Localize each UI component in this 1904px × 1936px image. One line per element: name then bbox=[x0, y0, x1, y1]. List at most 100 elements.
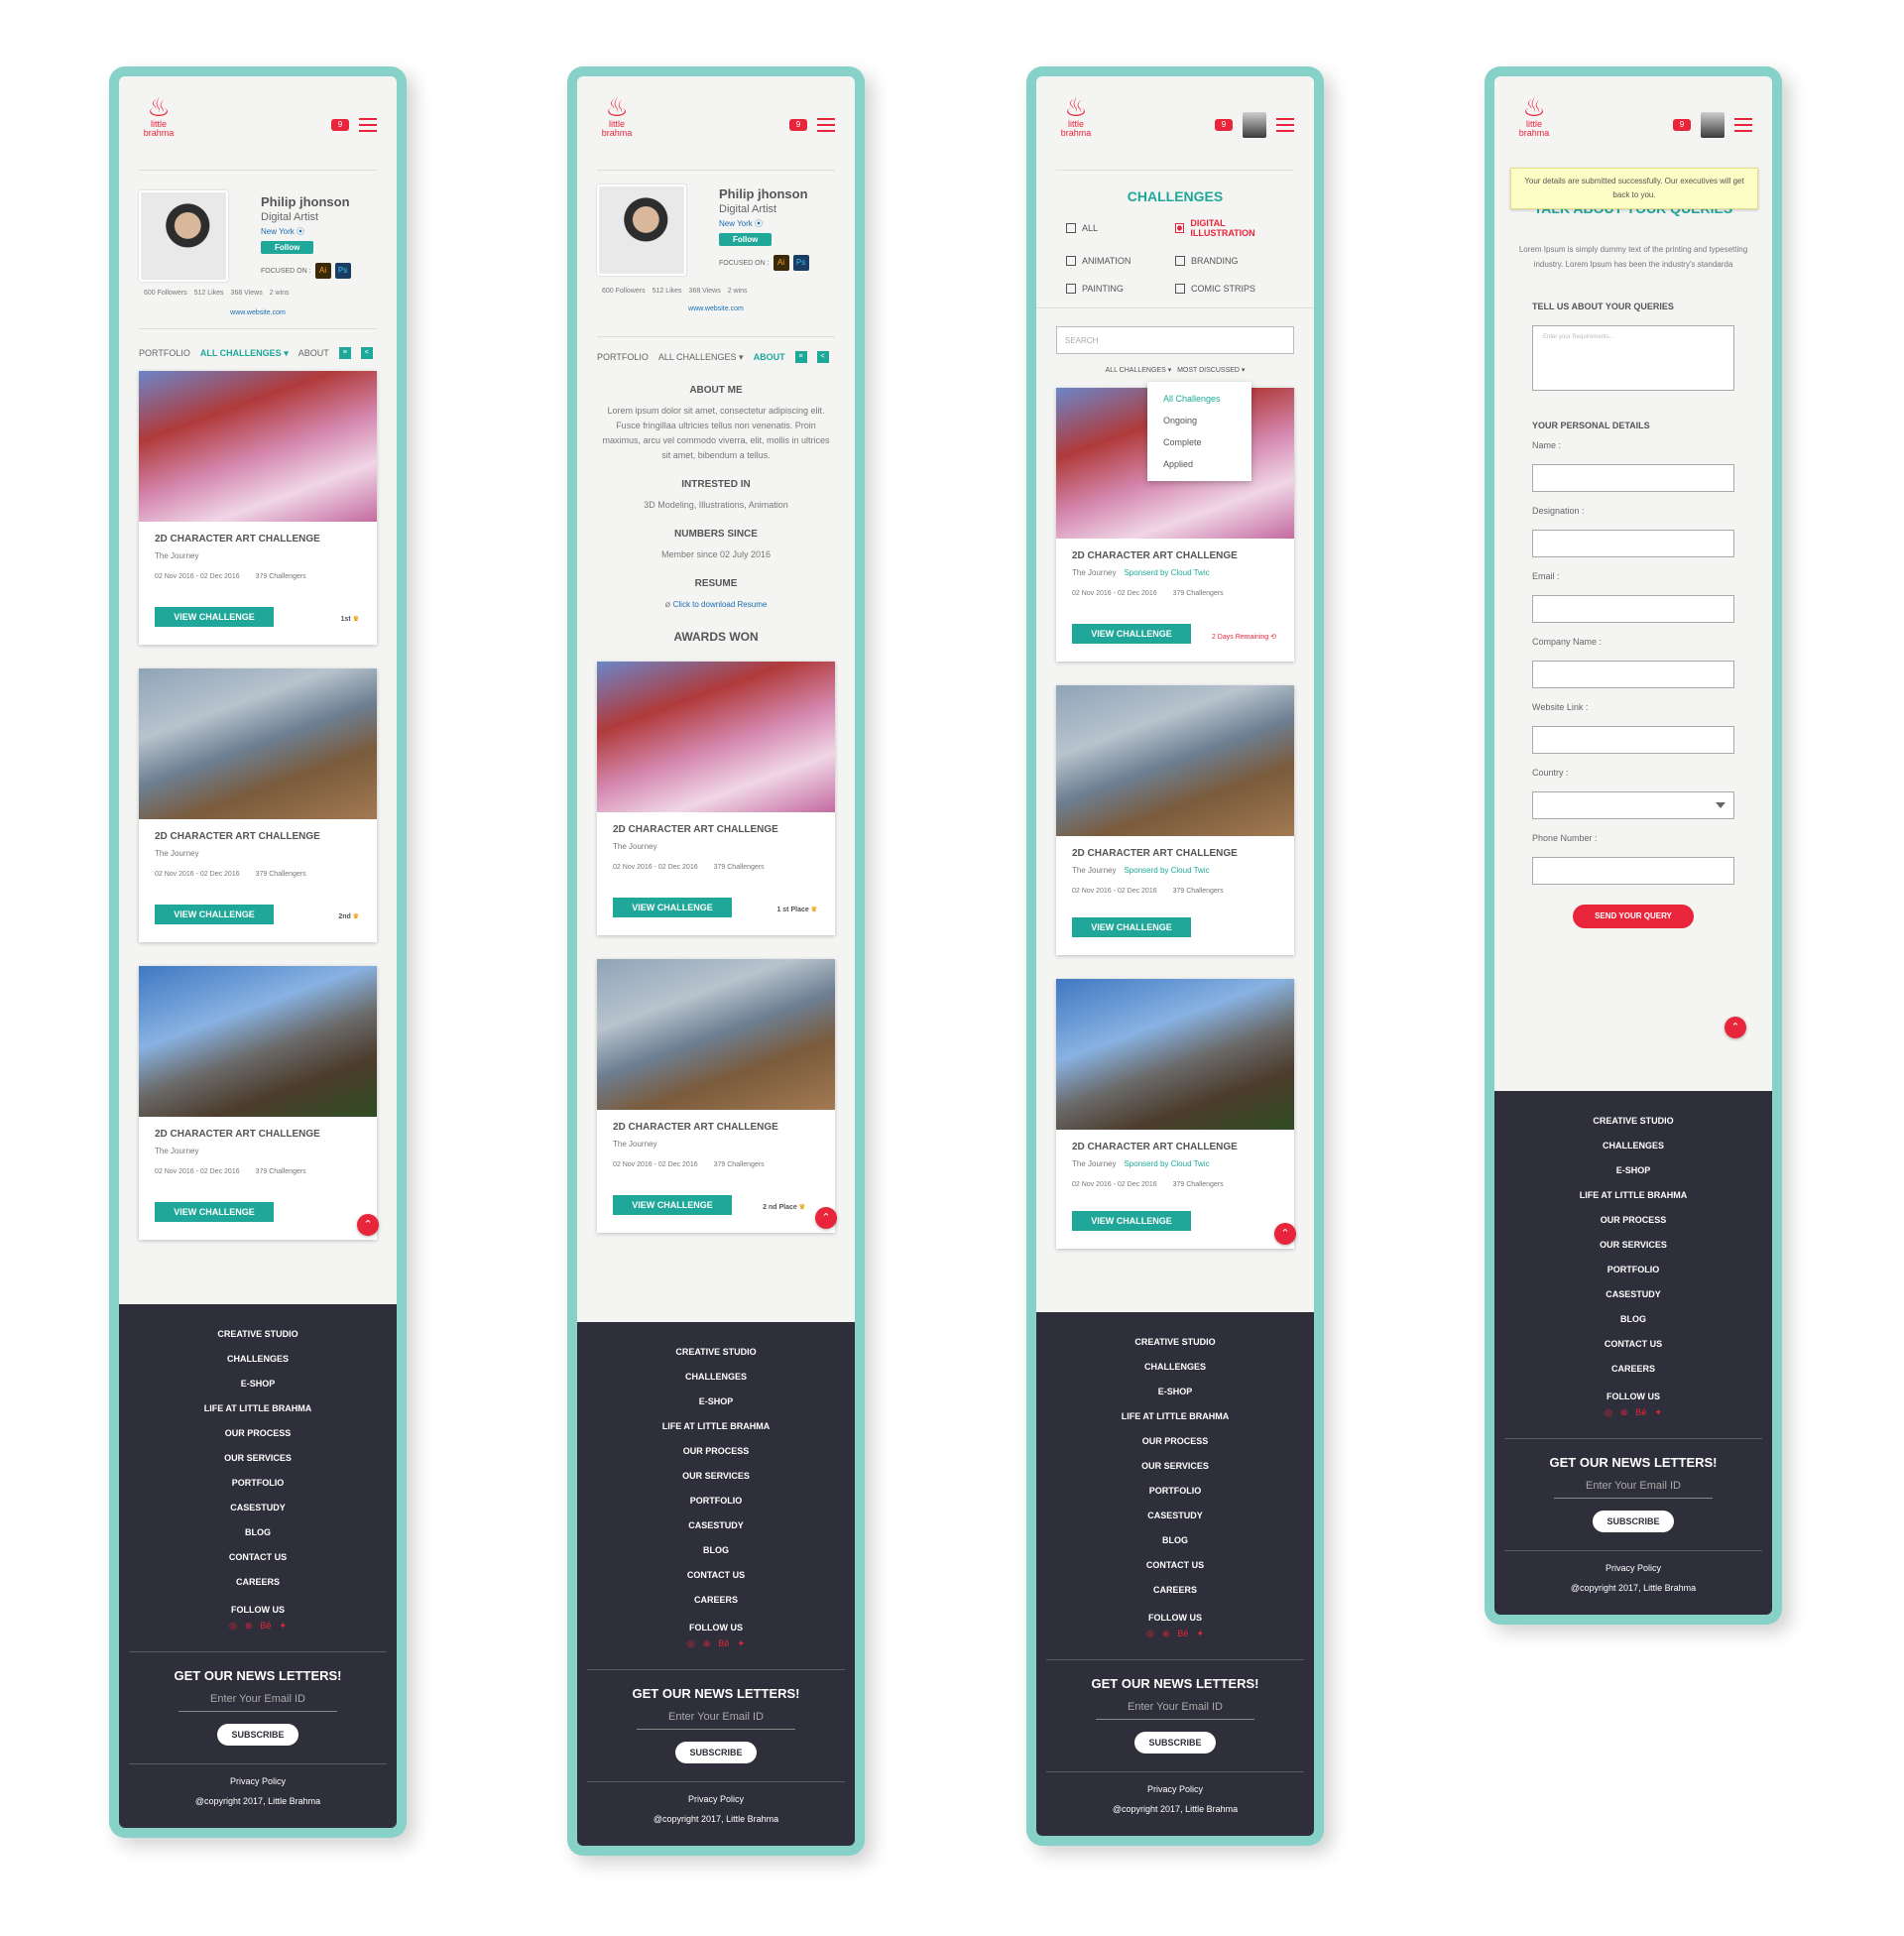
phone-field[interactable] bbox=[1532, 857, 1734, 885]
menu-icon[interactable] bbox=[359, 118, 377, 132]
filter-icon[interactable]: ≡ bbox=[794, 351, 807, 363]
behance-icon[interactable]: Bē bbox=[1177, 1629, 1188, 1639]
footer-link[interactable]: BLOG bbox=[1494, 1307, 1772, 1332]
resume-link[interactable]: Click to download Resume bbox=[673, 600, 768, 609]
country-select[interactable] bbox=[1532, 791, 1734, 819]
footer-link[interactable]: CHALLENGES bbox=[1036, 1355, 1314, 1380]
footer-link[interactable]: PORTFOLIO bbox=[119, 1471, 397, 1496]
dribbble-icon[interactable]: ⊛ bbox=[245, 1621, 253, 1632]
twitter-icon[interactable]: ✦ bbox=[1654, 1407, 1662, 1418]
footer-link[interactable]: OUR PROCESS bbox=[119, 1421, 397, 1446]
privacy-link[interactable]: Privacy Policy bbox=[577, 1794, 855, 1804]
view-challenge-button[interactable]: VIEW CHALLENGE bbox=[1072, 1211, 1191, 1231]
footer-link[interactable]: PORTFOLIO bbox=[1036, 1479, 1314, 1504]
footer-link[interactable]: CONTACT US bbox=[119, 1545, 397, 1570]
challenge-image[interactable] bbox=[139, 966, 377, 1117]
view-challenge-button[interactable]: VIEW CHALLENGE bbox=[155, 1202, 274, 1222]
behance-icon[interactable]: Bē bbox=[260, 1621, 271, 1632]
search-input[interactable]: SEARCH bbox=[1056, 326, 1294, 354]
instagram-icon[interactable]: ◎ bbox=[1605, 1407, 1612, 1418]
subscribe-button[interactable]: SUBSCRIBE bbox=[675, 1742, 757, 1763]
view-challenge-button[interactable]: VIEW CHALLENGE bbox=[155, 905, 274, 924]
menu-item-ongoing[interactable]: Ongoing bbox=[1163, 410, 1236, 431]
dribbble-icon[interactable]: ⊛ bbox=[703, 1638, 711, 1649]
footer-link[interactable]: CASESTUDY bbox=[1036, 1504, 1314, 1528]
menu-icon[interactable] bbox=[1276, 118, 1294, 132]
logo[interactable]: ♨ little brahma bbox=[1514, 94, 1554, 138]
footer-link[interactable]: OUR SERVICES bbox=[577, 1464, 855, 1489]
footer-link[interactable]: OUR PROCESS bbox=[1036, 1429, 1314, 1454]
footer-link[interactable]: E-SHOP bbox=[119, 1372, 397, 1396]
footer-link[interactable]: OUR SERVICES bbox=[1036, 1454, 1314, 1479]
sort-most-discussed[interactable]: MOST DISCUSSED ▾ bbox=[1177, 367, 1245, 374]
logo[interactable]: ♨ little brahma bbox=[597, 94, 637, 138]
share-icon[interactable]: < bbox=[816, 351, 829, 363]
menu-item-applied[interactable]: Applied bbox=[1163, 453, 1236, 475]
filter-animation[interactable]: ANIMATION bbox=[1066, 256, 1175, 266]
email-field[interactable] bbox=[1532, 595, 1734, 623]
footer-link[interactable]: CHALLENGES bbox=[1494, 1134, 1772, 1158]
footer-link[interactable]: LIFE AT LITTLE BRAHMA bbox=[1494, 1183, 1772, 1208]
footer-link[interactable]: CONTACT US bbox=[577, 1563, 855, 1588]
footer-link[interactable]: CHALLENGES bbox=[119, 1347, 397, 1372]
chat-icon[interactable]: 9 bbox=[789, 119, 807, 131]
footer-link[interactable]: BLOG bbox=[119, 1520, 397, 1545]
view-challenge-button[interactable]: VIEW CHALLENGE bbox=[1072, 917, 1191, 937]
tab-portfolio[interactable]: PORTFOLIO bbox=[139, 348, 190, 358]
footer-link[interactable]: OUR PROCESS bbox=[1494, 1208, 1772, 1233]
logo[interactable]: ♨ little brahma bbox=[1056, 94, 1096, 138]
view-challenge-button[interactable]: VIEW CHALLENGE bbox=[613, 1195, 732, 1215]
newsletter-email-input[interactable]: Enter Your Email ID bbox=[178, 1693, 337, 1712]
scroll-top-icon[interactable]: ⌃ bbox=[815, 1207, 837, 1229]
newsletter-email-input[interactable]: Enter Your Email ID bbox=[1096, 1701, 1254, 1720]
footer-link[interactable]: CREATIVE STUDIO bbox=[1036, 1330, 1314, 1355]
footer-link[interactable]: E-SHOP bbox=[577, 1390, 855, 1414]
footer-link[interactable]: OUR PROCESS bbox=[577, 1439, 855, 1464]
footer-link[interactable]: BLOG bbox=[577, 1538, 855, 1563]
website-field[interactable] bbox=[1532, 726, 1734, 754]
view-challenge-button[interactable]: VIEW CHALLENGE bbox=[613, 898, 732, 917]
footer-link[interactable]: CREATIVE STUDIO bbox=[1494, 1109, 1772, 1134]
footer-link[interactable]: CONTACT US bbox=[1494, 1332, 1772, 1357]
filter-painting[interactable]: PAINTING bbox=[1066, 284, 1175, 294]
filter-branding[interactable]: BRANDING bbox=[1175, 256, 1284, 266]
newsletter-email-input[interactable]: Enter Your Email ID bbox=[637, 1711, 795, 1730]
footer-link[interactable]: CAREERS bbox=[1494, 1357, 1772, 1382]
footer-link[interactable]: CAREERS bbox=[577, 1588, 855, 1613]
sort-all-challenges[interactable]: ALL CHALLENGES ▾ bbox=[1106, 367, 1172, 374]
filter-all[interactable]: ALL bbox=[1066, 218, 1175, 238]
twitter-icon[interactable]: ✦ bbox=[1196, 1629, 1204, 1639]
tab-about[interactable]: ABOUT bbox=[754, 352, 785, 362]
privacy-link[interactable]: Privacy Policy bbox=[1036, 1784, 1314, 1794]
user-avatar[interactable] bbox=[1243, 112, 1266, 138]
footer-link[interactable]: PORTFOLIO bbox=[577, 1489, 855, 1513]
footer-link[interactable]: CASESTUDY bbox=[577, 1513, 855, 1538]
challenge-image[interactable] bbox=[139, 371, 377, 522]
footer-link[interactable]: CASESTUDY bbox=[1494, 1282, 1772, 1307]
menu-item-complete[interactable]: Complete bbox=[1163, 431, 1236, 453]
view-challenge-button[interactable]: VIEW CHALLENGE bbox=[1072, 624, 1191, 644]
footer-link[interactable]: PORTFOLIO bbox=[1494, 1258, 1772, 1282]
chat-icon[interactable]: 9 bbox=[331, 119, 349, 131]
footer-link[interactable]: CAREERS bbox=[119, 1570, 397, 1595]
view-challenge-button[interactable]: VIEW CHALLENGE bbox=[155, 607, 274, 627]
footer-link[interactable]: E-SHOP bbox=[1036, 1380, 1314, 1404]
send-query-button[interactable]: SEND YOUR QUERY bbox=[1573, 905, 1694, 928]
chat-icon[interactable]: 9 bbox=[1215, 119, 1233, 131]
filter-comic-strips[interactable]: COMIC STRIPS bbox=[1175, 284, 1284, 294]
requirements-textarea[interactable]: Enter your Requirements... bbox=[1532, 325, 1734, 391]
challenge-image[interactable] bbox=[139, 668, 377, 819]
tab-all-challenges[interactable]: ALL CHALLENGES ▾ bbox=[658, 352, 744, 363]
filter-icon[interactable]: ≡ bbox=[338, 347, 351, 359]
website-link[interactable]: www.website.com bbox=[139, 309, 377, 316]
filter-digital-illustration[interactable]: DIGITAL ILLUSTRATION bbox=[1175, 218, 1284, 238]
logo[interactable]: ♨ little brahma bbox=[139, 94, 178, 138]
instagram-icon[interactable]: ◎ bbox=[1146, 1629, 1154, 1639]
challenge-image[interactable] bbox=[1056, 685, 1294, 836]
footer-link[interactable]: CREATIVE STUDIO bbox=[119, 1322, 397, 1347]
dribbble-icon[interactable]: ⊛ bbox=[1620, 1407, 1628, 1418]
twitter-icon[interactable]: ✦ bbox=[737, 1638, 745, 1649]
menu-item-all-challenges[interactable]: All Challenges bbox=[1163, 388, 1236, 410]
subscribe-button[interactable]: SUBSCRIBE bbox=[1593, 1511, 1674, 1532]
instagram-icon[interactable]: ◎ bbox=[687, 1638, 695, 1649]
